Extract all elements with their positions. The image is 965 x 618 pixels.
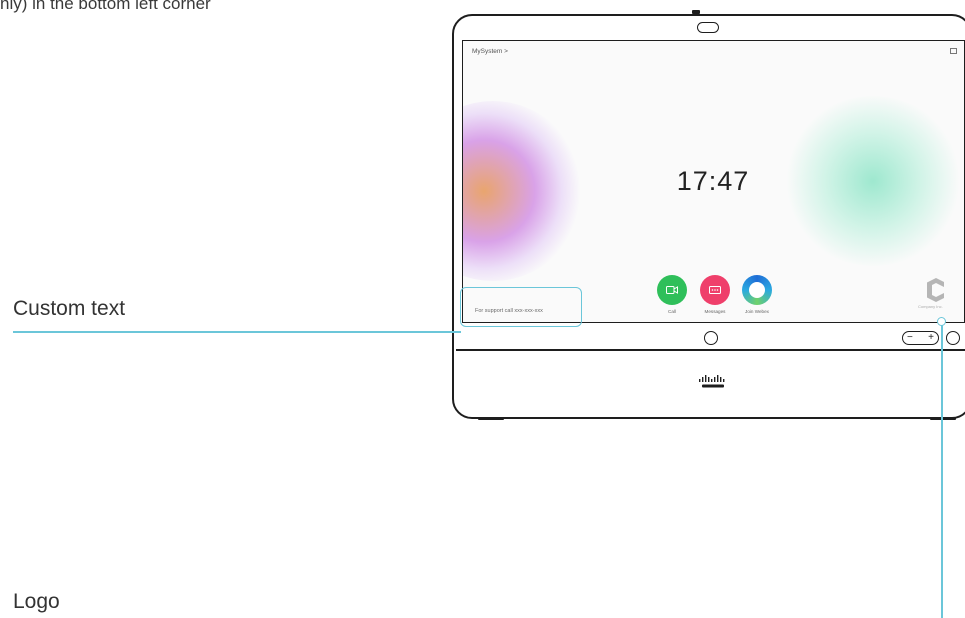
video-camera-icon (666, 286, 678, 294)
device-foot-right (930, 417, 956, 420)
logo-callout-label: Logo (13, 590, 60, 613)
device-divider (456, 349, 965, 351)
background-glow-right (783, 96, 963, 266)
company-logo-icon (927, 278, 944, 302)
volume-down-icon[interactable]: − (907, 332, 913, 344)
logo-caption: Company Inc. (918, 304, 943, 309)
screen-share-icon[interactable] (950, 48, 957, 54)
logo-callout-dot (937, 317, 946, 326)
messages-button[interactable] (700, 275, 730, 305)
messages-icon (709, 285, 721, 294)
device-foot-left (478, 417, 504, 420)
join-webex-label: Join Webex (745, 309, 769, 314)
camera-icon (697, 22, 719, 33)
volume-control[interactable]: − + (902, 331, 939, 345)
intro-text: nly) in the bottom left corner (0, 0, 211, 13)
background-glow-left (463, 101, 583, 281)
call-button[interactable] (657, 275, 687, 305)
clock: 17:47 (676, 166, 750, 196)
logo-callout-line (941, 322, 943, 618)
home-button-icon[interactable] (704, 331, 718, 345)
camera-tab (692, 10, 700, 14)
volume-up-icon[interactable]: + (928, 332, 934, 344)
power-button-icon[interactable] (946, 331, 960, 345)
device-screen: MySystem > 17:47 Call Messages Join Webe… (462, 40, 965, 323)
breadcrumb[interactable]: MySystem > (472, 48, 508, 55)
custom-text-highlight (460, 287, 582, 327)
join-webex-button[interactable] (742, 275, 772, 305)
cisco-logo-icon (699, 375, 725, 388)
custom-text-callout-label: Custom text (13, 297, 126, 320)
custom-text-callout-line (13, 331, 461, 333)
